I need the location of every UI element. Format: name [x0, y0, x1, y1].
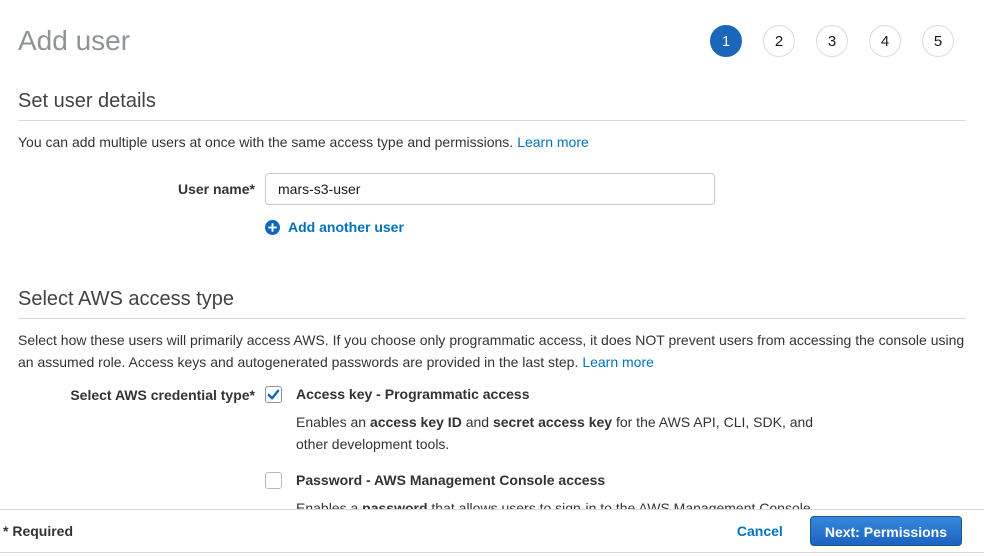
page-header: Add user 1 2 3 4 5: [18, 0, 966, 68]
desc-text: Enables an: [296, 414, 370, 430]
access-key-checkbox[interactable]: [265, 386, 282, 403]
username-label: User name*: [18, 173, 265, 205]
access-type-description: Select how these users will primarily ac…: [18, 329, 966, 373]
add-user-page: Add user 1 2 3 4 5 Set user details You …: [0, 0, 984, 519]
access-key-option-text: Access key - Programmatic access Enables…: [296, 386, 831, 455]
password-checkbox[interactable]: [265, 472, 282, 489]
add-another-user-link[interactable]: Add another user: [265, 219, 404, 235]
access-key-option-description: Enables an access key ID and secret acce…: [296, 411, 831, 455]
section-divider: [18, 318, 966, 319]
add-another-user-label: Add another user: [288, 219, 404, 235]
select-access-type-section: Select AWS access type Select how these …: [18, 288, 966, 519]
access-type-learn-more-link[interactable]: Learn more: [582, 354, 654, 370]
step-3-circle: 3: [816, 25, 848, 57]
section-divider: [18, 120, 966, 121]
footer-actions: Cancel Next: Permissions: [737, 516, 962, 546]
step-4-circle: 4: [869, 25, 901, 57]
user-details-description: You can add multiple users at once with …: [18, 131, 966, 153]
wizard-footer: * Required Cancel Next: Permissions: [0, 509, 984, 553]
desc-bold: secret access key: [493, 414, 612, 430]
username-form-row: User name*: [18, 173, 966, 205]
set-user-details-heading: Set user details: [18, 90, 966, 113]
user-details-learn-more-link[interactable]: Learn more: [517, 134, 589, 150]
password-option-title: Password - AWS Management Console access: [296, 472, 815, 489]
desc-bold: access key ID: [370, 414, 462, 430]
add-plus-icon: [265, 220, 280, 235]
credential-options: Access key - Programmatic access Enables…: [265, 386, 831, 519]
select-access-type-heading: Select AWS access type: [18, 288, 966, 311]
cancel-button[interactable]: Cancel: [737, 523, 783, 539]
access-key-option: Access key - Programmatic access Enables…: [265, 386, 831, 455]
step-2-circle: 2: [763, 25, 795, 57]
checkmark-icon: [267, 388, 280, 401]
wizard-step-indicator: 1 2 3 4 5: [710, 25, 954, 57]
username-input[interactable]: [265, 173, 715, 205]
step-1-circle: 1: [710, 25, 742, 57]
credential-type-row: Select AWS credential type* Access key -…: [18, 386, 966, 519]
user-details-description-text: You can add multiple users at once with …: [18, 134, 513, 150]
step-5-circle: 5: [922, 25, 954, 57]
page-title: Add user: [18, 25, 130, 57]
access-key-option-title: Access key - Programmatic access: [296, 386, 831, 403]
credential-type-label: Select AWS credential type*: [18, 386, 265, 519]
required-note: * Required: [3, 523, 73, 539]
desc-text: and: [462, 414, 493, 430]
access-type-description-text: Select how these users will primarily ac…: [18, 332, 964, 370]
set-user-details-section: Set user details You can add multiple us…: [18, 90, 966, 240]
next-permissions-button[interactable]: Next: Permissions: [810, 516, 962, 546]
